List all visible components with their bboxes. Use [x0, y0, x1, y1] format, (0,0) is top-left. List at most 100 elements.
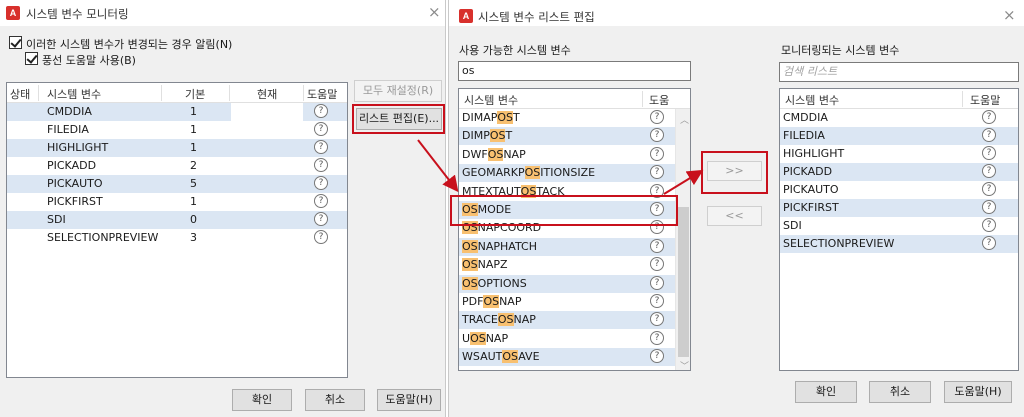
available-search-input[interactable]: os — [458, 61, 691, 81]
help-icon[interactable]: ? — [982, 146, 996, 160]
available-col-variable[interactable]: 시스템 변수 — [464, 92, 518, 108]
reset-all-button[interactable]: 모두 재설정(R) — [354, 80, 442, 102]
col-system-variable[interactable]: 시스템 변수 — [47, 86, 101, 102]
monitor-row[interactable]: HIGHLIGHT 1? — [7, 139, 347, 157]
available-variable-row[interactable]: WSAUTOSAVE? — [459, 348, 675, 367]
monitored-variable-list[interactable]: 시스템 변수 도움말 CMDDIA? FILEDIA? HIGHLIGHT? PICK… — [779, 88, 1019, 371]
autocad-app-icon: A — [6, 6, 20, 20]
help-icon[interactable]: ? — [314, 104, 328, 118]
help-icon[interactable]: ? — [982, 200, 996, 214]
available-variable-row[interactable]: GEOMARKPOSITIONSIZE? — [459, 164, 675, 183]
monitored-variable-row[interactable]: FILEDIA? — [780, 127, 1018, 145]
name-suffix: NAPCOORD — [477, 221, 542, 235]
scroll-up-icon[interactable]: ︿ — [680, 113, 689, 126]
col-help[interactable]: 도움말 — [307, 86, 345, 102]
col-status[interactable]: 상태 — [10, 86, 30, 102]
help-icon[interactable]: ? — [314, 194, 328, 208]
name-suffix: OPTIONS — [477, 276, 527, 290]
available-col-help[interactable]: 도움 — [649, 92, 669, 108]
help-icon[interactable]: ? — [314, 176, 328, 190]
help-icon[interactable]: ? — [650, 183, 664, 198]
help-icon[interactable]: ? — [650, 349, 664, 364]
help-icon[interactable]: ? — [650, 146, 664, 161]
search-match-highlight: OS — [483, 295, 500, 308]
help-icon[interactable]: ? — [650, 257, 664, 272]
help-icon[interactable]: ? — [982, 164, 996, 178]
search-match-highlight: OS — [497, 111, 514, 124]
monitored-col-variable[interactable]: 시스템 변수 — [785, 92, 839, 108]
available-variable-row[interactable]: TRACEOSNAP? — [459, 311, 675, 330]
help-icon[interactable]: ? — [314, 230, 328, 244]
help-icon[interactable]: ? — [650, 165, 664, 180]
monitor-row-default: 1 — [190, 195, 197, 208]
help-icon[interactable]: ? — [650, 294, 664, 308]
monitor-row-current-field[interactable] — [231, 103, 303, 121]
scroll-thumb[interactable] — [678, 207, 689, 357]
help-icon[interactable]: ? — [982, 110, 996, 124]
monitor-row[interactable]: PICKADD 2? — [7, 157, 347, 175]
available-variable-row[interactable]: DIMAPOST? — [459, 109, 675, 127]
available-scrollbar[interactable]: ︿ ﹀ — [675, 109, 690, 370]
help-icon[interactable]: ? — [314, 122, 328, 136]
help-icon[interactable]: ? — [982, 236, 996, 250]
monitor-row[interactable]: PICKAUTO 5? — [7, 175, 347, 193]
monitor-help-button[interactable]: 도움말(H) — [377, 389, 441, 411]
monitored-variable-row[interactable]: HIGHLIGHT? — [780, 145, 1018, 163]
help-icon[interactable]: ? — [650, 202, 664, 216]
monitor-ok-button[interactable]: 확인 — [232, 389, 292, 411]
help-icon[interactable]: ? — [982, 128, 996, 142]
monitor-row[interactable]: SDI 0? — [7, 211, 347, 229]
editor-ok-button[interactable]: 확인 — [795, 381, 857, 403]
help-icon[interactable]: ? — [650, 220, 664, 235]
available-variable-row[interactable]: MTEXTAUTOSTACK? — [459, 183, 675, 201]
col-current[interactable]: 현재 — [257, 86, 277, 102]
help-icon[interactable]: ? — [314, 140, 328, 154]
help-icon[interactable]: ? — [650, 312, 664, 327]
monitor-row[interactable]: SELECTIONPREVIEW 3? — [7, 229, 347, 247]
help-icon[interactable]: ? — [650, 275, 664, 290]
monitored-search-input[interactable]: 검색 리스트 — [779, 62, 1019, 82]
available-variable-row[interactable]: OSNAPHATCH? — [459, 237, 675, 256]
help-icon[interactable]: ? — [314, 158, 328, 172]
edit-list-button[interactable]: 리스트 편집(E)... — [356, 108, 442, 130]
available-variable-row[interactable]: OSNAPZ? — [459, 256, 675, 274]
col-default[interactable]: 기본 — [185, 86, 205, 102]
monitor-cancel-button[interactable]: 취소 — [305, 389, 365, 411]
monitored-variable-row[interactable]: PICKADD? — [780, 163, 1018, 181]
available-variable-row[interactable]: OSMODE? — [459, 201, 675, 219]
available-variable-row[interactable]: PDFOSNAP? — [459, 293, 675, 311]
notify-checkbox[interactable] — [9, 36, 22, 49]
editor-close-icon[interactable]: × — [1003, 6, 1016, 24]
available-variable-row[interactable]: DWFOSNAP? — [459, 146, 675, 164]
help-icon[interactable]: ? — [982, 182, 996, 196]
editor-cancel-button[interactable]: 취소 — [869, 381, 931, 403]
monitored-variable-row[interactable]: SDI? — [780, 217, 1018, 235]
monitored-col-help[interactable]: 도움말 — [970, 92, 1000, 108]
scroll-down-icon[interactable]: ﹀ — [680, 359, 689, 370]
available-variable-list[interactable]: 시스템 변수 도움 DIMAPOST? DIMPOST? DWFOSNAP? GEOM… — [458, 88, 691, 371]
available-variable-row[interactable]: UOSNAP? — [459, 330, 675, 348]
available-variable-row[interactable]: DIMPOST? — [459, 127, 675, 146]
monitor-variable-list[interactable]: 상태 시스템 변수 기본 현재 도움말 CMDDIA 1? FILEDIA 1? HIG… — [6, 82, 348, 378]
balloon-checkbox[interactable] — [25, 52, 38, 65]
monitor-row[interactable]: PICKFIRST 1? — [7, 193, 347, 211]
monitor-close-icon[interactable]: × — [428, 3, 441, 21]
help-icon[interactable]: ? — [650, 330, 664, 345]
help-icon[interactable]: ? — [982, 218, 996, 232]
available-variable-row[interactable]: OSNAPCOORD? — [459, 219, 675, 237]
remove-from-monitor-button[interactable]: << — [707, 206, 762, 226]
available-variable-name: MTEXTAUTOSTACK — [462, 184, 564, 198]
add-to-monitor-button[interactable]: >> — [707, 161, 762, 181]
monitored-variable-row[interactable]: CMDDIA? — [780, 109, 1018, 127]
monitored-variable-row[interactable]: PICKFIRST? — [780, 199, 1018, 217]
monitored-variable-row[interactable]: SELECTIONPREVIEW? — [780, 235, 1018, 253]
help-icon[interactable]: ? — [650, 110, 664, 124]
help-icon[interactable]: ? — [650, 238, 664, 253]
monitor-row[interactable]: CMDDIA 1? — [7, 103, 347, 121]
available-variable-row[interactable]: OSOPTIONS? — [459, 274, 675, 293]
help-icon[interactable]: ? — [314, 212, 328, 226]
monitor-row[interactable]: FILEDIA 1? — [7, 121, 347, 139]
help-icon[interactable]: ? — [650, 128, 664, 143]
monitored-variable-row[interactable]: PICKAUTO? — [780, 181, 1018, 199]
editor-help-button[interactable]: 도움말(H) — [944, 381, 1012, 403]
